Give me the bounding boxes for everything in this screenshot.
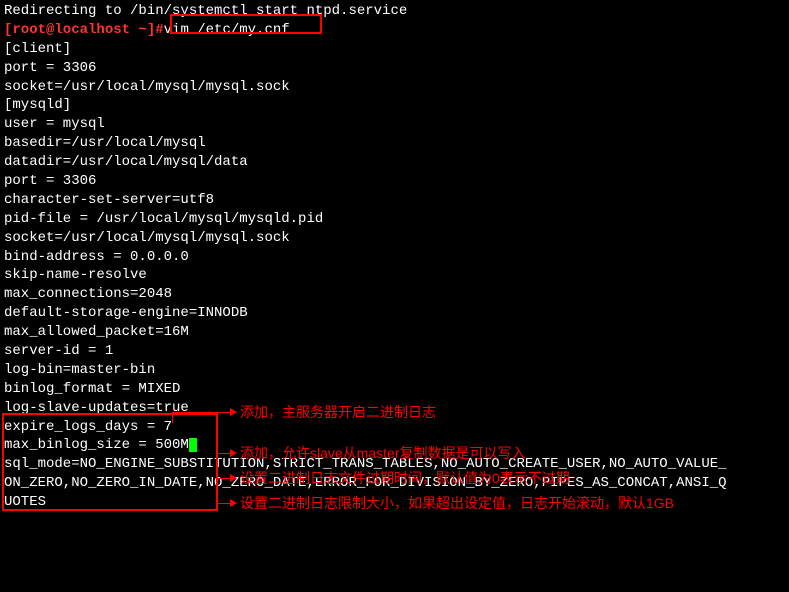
arrow-1 bbox=[172, 412, 173, 423]
prompt-hash: # bbox=[155, 22, 163, 38]
cfg-mysqld: [mysqld] bbox=[4, 96, 785, 115]
cfg-socket1: socket=/usr/local/mysql/mysql.sock bbox=[4, 78, 785, 97]
cfg-maxpacket: max_allowed_packet=16M bbox=[4, 323, 785, 342]
prompt-line[interactable]: [root@localhost ~]#vim /etc/my.cnf bbox=[4, 21, 785, 40]
redirect-line: Redirecting to /bin/systemctl start ntpd… bbox=[4, 2, 785, 21]
prompt-user-host: [root@localhost ~] bbox=[4, 22, 155, 38]
annotation-3: 设置二进制日志文件过期时间，默认值为0表示不过期 bbox=[240, 469, 570, 488]
arrow-1-head bbox=[230, 408, 237, 416]
cfg-port1: port = 3306 bbox=[4, 59, 785, 78]
arrow-4-head bbox=[230, 499, 237, 507]
cfg-datadir: datadir=/usr/local/mysql/data bbox=[4, 153, 785, 172]
annotation-2: 添加，允许slave从master复制数据是可以写入 bbox=[240, 444, 525, 463]
annotation-1: 添加，主服务器开启二进制日志 bbox=[240, 403, 436, 422]
cfg-serverid: server-id = 1 bbox=[4, 342, 785, 361]
annotation-4: 设置二进制日志限制大小，如果超出设定值，日志开始滚动，默认1GB bbox=[240, 494, 674, 513]
arrow-3-head bbox=[230, 474, 237, 482]
cfg-user: user = mysql bbox=[4, 115, 785, 134]
cfg-bindaddr: bind-address = 0.0.0.0 bbox=[4, 248, 785, 267]
cfg-maxconn: max_connections=2048 bbox=[4, 285, 785, 304]
prompt-command: vim /etc/my.cnf bbox=[164, 22, 290, 38]
cfg-binlogfmt: binlog_format = MIXED bbox=[4, 380, 785, 399]
cursor-icon bbox=[189, 438, 197, 452]
cfg-logbin: log-bin=master-bin bbox=[4, 361, 785, 380]
arrow-2 bbox=[218, 453, 230, 454]
arrow-3 bbox=[218, 478, 230, 479]
cfg-socket2: socket=/usr/local/mysql/mysql.sock bbox=[4, 229, 785, 248]
arrow-4 bbox=[218, 503, 230, 504]
cfg-engine: default-storage-engine=INNODB bbox=[4, 304, 785, 323]
cfg-pidfile: pid-file = /usr/local/mysql/mysqld.pid bbox=[4, 210, 785, 229]
cfg-skipname: skip-name-resolve bbox=[4, 266, 785, 285]
cfg-charset: character-set-server=utf8 bbox=[4, 191, 785, 210]
arrow-2-head bbox=[230, 449, 237, 457]
cfg-client: [client] bbox=[4, 40, 785, 59]
arrow-1-h bbox=[172, 412, 230, 413]
cfg-port2: port = 3306 bbox=[4, 172, 785, 191]
cfg-basedir: basedir=/usr/local/mysql bbox=[4, 134, 785, 153]
